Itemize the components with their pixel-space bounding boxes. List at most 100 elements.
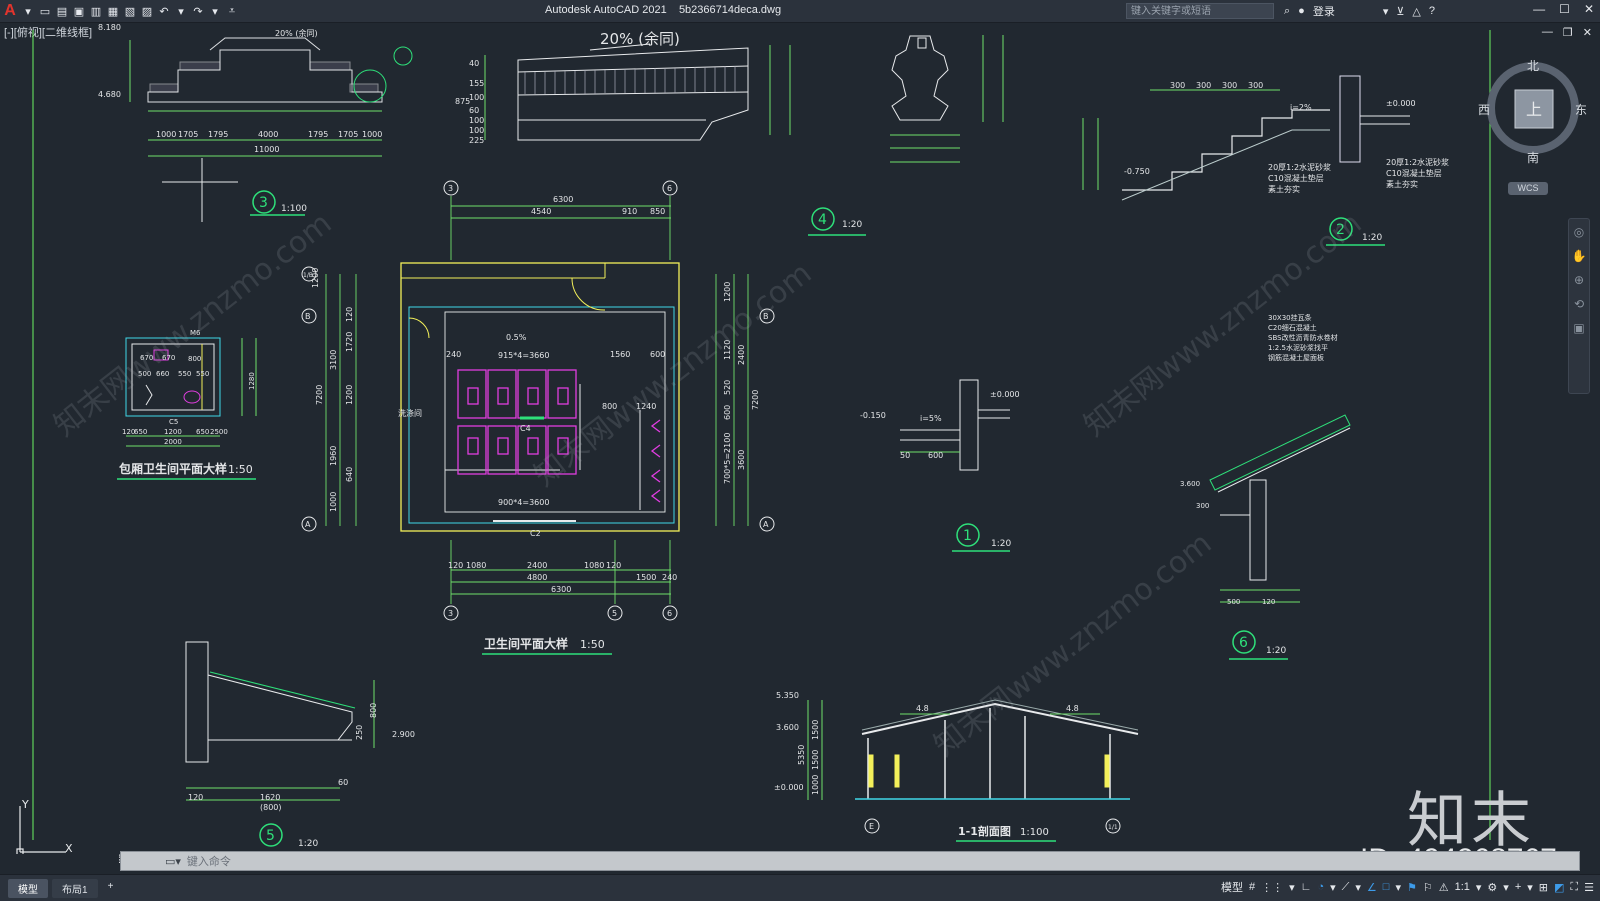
add-layout-button[interactable]: + (102, 879, 120, 898)
tp-dim-top-2: 910 (622, 207, 637, 216)
status-toggles: 模型 # ⋮⋮ ▾ ∟ ◔ ▾ ⟋ ▾ ∠ □ ▾ ⚑ ⚐ ⚠ 1:1 ▾ ⚙ … (1221, 879, 1594, 895)
search-input[interactable]: 键入关键字或短语 (1126, 3, 1274, 19)
maximize-icon[interactable]: ☐ (1559, 2, 1570, 16)
d2-note-6: 素土夯实 (1386, 179, 1418, 189)
annotation-scale-value[interactable]: 1:1 (1455, 881, 1470, 893)
a360-icon[interactable]: △ (1412, 5, 1420, 18)
annotation-monitor-icon[interactable]: + (1515, 881, 1521, 893)
showmotion-icon[interactable]: ▣ (1573, 321, 1584, 335)
osnap-icon[interactable]: □ (1383, 881, 1390, 893)
st-dim-14: 1280 (248, 372, 256, 390)
tp-dim-left-8: 640 (345, 467, 354, 482)
scale-dropdown-icon[interactable]: ▾ (1476, 881, 1482, 894)
d1-marker-num: 1 (963, 528, 972, 544)
tp-dim-bot-1: 120 (448, 561, 463, 570)
quick-properties-icon[interactable]: ⊞ (1539, 881, 1548, 894)
viewcube[interactable]: 上 北 南 西 东 (1478, 58, 1588, 168)
customize-toolbar-icon[interactable]: ⩡ (225, 4, 239, 18)
orbit-icon[interactable]: ⟲ (1574, 297, 1584, 311)
search-icon[interactable]: ⌕ (1284, 5, 1290, 18)
tp-dim-right-5: 520 (723, 380, 732, 395)
isodraft-icon[interactable]: ⟋ (1342, 881, 1350, 894)
login-dropdown-icon[interactable]: ▾ (1383, 5, 1389, 18)
plot-icon[interactable]: ▦ (106, 4, 120, 18)
ucs-y-label: Y (21, 798, 29, 811)
d2-dim-4: 300 (1248, 81, 1263, 90)
autoscale-icon[interactable]: ⚐ (1423, 881, 1433, 894)
workspace-dropdown-icon[interactable]: ▾ (1503, 881, 1509, 894)
sec-elev-2: 3.600 (776, 723, 799, 732)
tab-layout1[interactable]: 布局1 (52, 879, 98, 898)
model-space-button[interactable]: 模型 (1221, 879, 1243, 895)
sec-axis-11: 1/1 (1108, 824, 1118, 831)
close-icon[interactable]: ✕ (1584, 2, 1594, 16)
customization-menu-icon[interactable]: ☰ (1584, 881, 1594, 894)
d3-marker-num: 3 (259, 195, 268, 211)
redo-icon[interactable]: ↷ (191, 4, 205, 18)
command-input[interactable]: 键入命令 (187, 853, 231, 869)
steering-wheel-icon[interactable]: ◎ (1574, 225, 1584, 239)
ortho-icon[interactable]: ∟ (1301, 881, 1312, 893)
drawing-canvas[interactable]: 1000 1705 1795 4000 1795 1705 1000 11000… (0, 22, 1600, 854)
sec-title: 1-1剖面图 (958, 824, 1011, 838)
tp-dim-right-2: 2400 (737, 345, 746, 365)
save-as-icon[interactable]: ▥ (89, 4, 103, 18)
tp-dim-right-4: 3600 (737, 450, 746, 470)
clean-screen-icon[interactable]: ⛶ (1570, 881, 1578, 894)
tp-dim-top-3: 850 (650, 207, 665, 216)
toilet-plan-title: 卫生间平面大样 1:50 (482, 636, 612, 655)
autocad-logo-icon[interactable]: A (2, 2, 18, 19)
command-history-icon[interactable]: ▭▾ (165, 855, 181, 868)
user-icon[interactable]: ● (1298, 5, 1305, 17)
tp-axis-bot-6: 6 (667, 609, 672, 618)
detail-3-dims: 1000 1705 1795 4000 1795 1705 1000 11000… (98, 23, 382, 154)
tab-model[interactable]: 模型 (8, 879, 48, 898)
open-file-icon[interactable]: ▤ (55, 4, 69, 18)
snap-dropdown-icon[interactable]: ▾ (1289, 881, 1295, 894)
annotation-scale-icon[interactable]: ⚠ (1439, 881, 1449, 894)
cornice-dim-3: 100 (469, 93, 484, 102)
help-icon[interactable]: ? (1429, 5, 1435, 17)
detail-1-text: ±0.000 -0.150 50 600 i=5% (860, 390, 1020, 460)
wcs-menu[interactable]: WCS (1508, 182, 1548, 195)
annotation-visibility-icon[interactable]: ⚑ (1407, 881, 1417, 894)
menu-dropdown-icon[interactable]: ▾ (21, 4, 35, 18)
cornice-dim-6: 100 (469, 116, 484, 125)
share-icon[interactable]: ▨ (140, 4, 154, 18)
isodraft-dropdown-icon[interactable]: ▾ (1355, 881, 1361, 894)
save-icon[interactable]: ▣ (72, 4, 86, 18)
d3-elev-2: 8.180 (98, 23, 121, 32)
st-dim-11: 650 (196, 428, 209, 436)
d6-dim-2: 120 (1262, 598, 1275, 606)
units-icon[interactable]: ▾ (1527, 881, 1533, 894)
zoom-icon[interactable]: ⊕ (1574, 273, 1584, 287)
snap-icon[interactable]: ⋮⋮ (1261, 881, 1283, 894)
detail-1-marker: 1 1:20 (952, 523, 1011, 552)
pan-icon[interactable]: ✋ (1572, 249, 1587, 263)
grid-icon[interactable]: # (1249, 881, 1255, 893)
polar-dropdown-icon[interactable]: ▾ (1330, 881, 1336, 894)
workspace-gear-icon[interactable]: ⚙ (1487, 881, 1497, 894)
publish-icon[interactable]: ▧ (123, 4, 137, 18)
osnap-tracking-icon[interactable]: ∠ (1367, 881, 1377, 894)
viewcube-north: 北 (1527, 59, 1539, 73)
redo-dropdown-icon[interactable]: ▾ (208, 4, 222, 18)
tp-stalls-bottom: 900*4=3600 (498, 498, 549, 507)
isolate-objects-icon[interactable]: ◩ (1554, 881, 1564, 894)
login-link[interactable]: 登录 (1313, 3, 1335, 19)
d5-scale: 1:20 (298, 839, 318, 849)
new-file-icon[interactable]: ▭ (38, 4, 52, 18)
d3-dim-total: 11000 (254, 145, 279, 154)
cornice-dim-8: 225 (469, 136, 484, 145)
command-line[interactable]: ▭▾ 键入命令 (120, 851, 1580, 871)
detail-4-marker: 4 1:20 (808, 207, 866, 236)
d5-dim-2: 1620 (260, 793, 280, 802)
undo-dropdown-icon[interactable]: ▾ (174, 4, 188, 18)
cart-icon[interactable]: ⊻ (1396, 5, 1404, 18)
undo-icon[interactable]: ↶ (157, 4, 171, 18)
minimize-icon[interactable]: — (1533, 2, 1545, 16)
tp-axis-bot-3: 3 (448, 609, 453, 618)
sec-dim-4: 5350 (797, 745, 806, 765)
osnap-dropdown-icon[interactable]: ▾ (1395, 881, 1401, 894)
polar-icon[interactable]: ◔ (1317, 881, 1324, 893)
